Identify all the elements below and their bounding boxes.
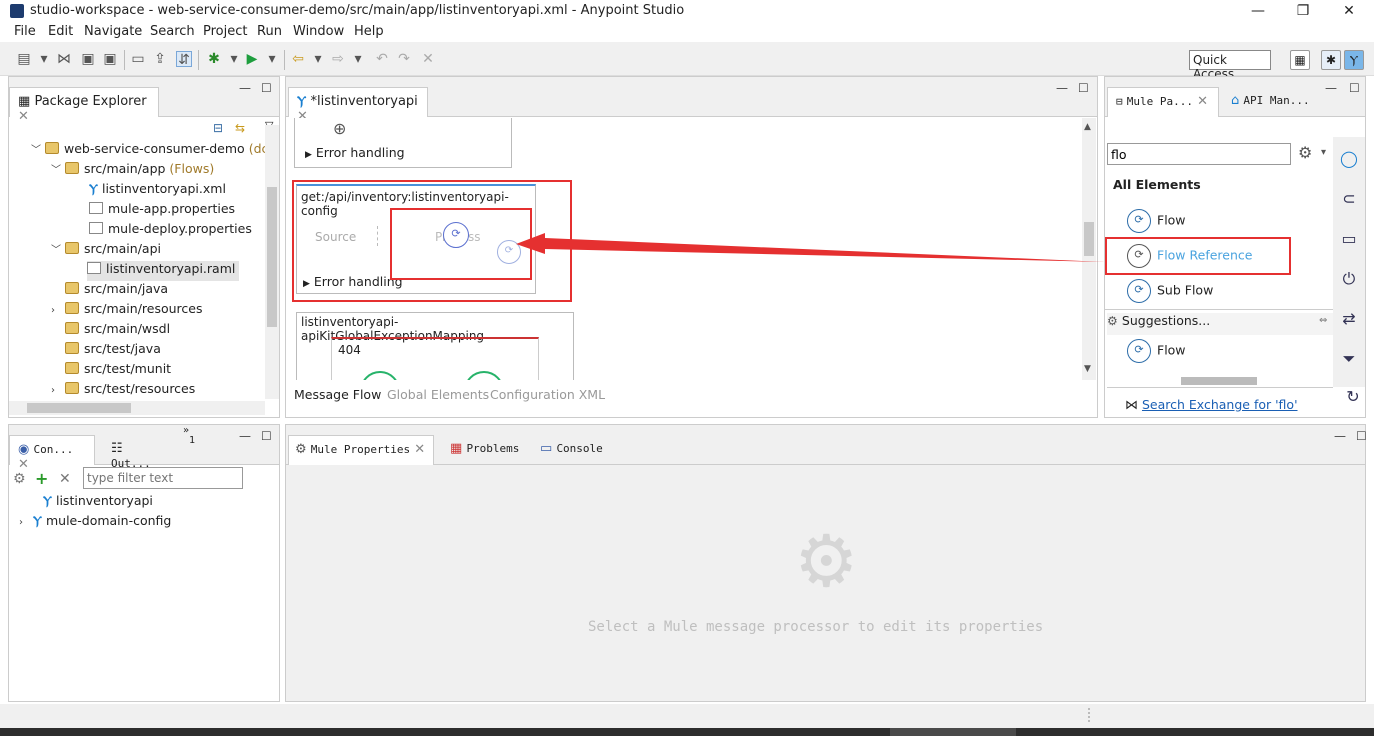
tab-label: Console [556, 442, 603, 455]
collapse-icon[interactable]: › [19, 517, 33, 528]
suggestion-item-label: Flow [1157, 342, 1186, 358]
properties-content: ⚙ Select a Mule message processor to edi… [288, 467, 1363, 699]
suggestions-header: ⚙ Suggestions... ⇔ [1107, 313, 1333, 335]
connections-icon: ◉ [18, 442, 30, 457]
mule-config-icon: Ⲩ [43, 493, 52, 508]
flow-icon: ⟳ [1127, 209, 1151, 233]
minimize-icon[interactable]: — [1334, 429, 1346, 443]
mule-config-icon: Ⲩ [33, 513, 42, 528]
filter-icon[interactable]: ⏷ [1337, 349, 1361, 373]
suggestions-label: Suggestions... [1121, 313, 1211, 328]
taskbar-item[interactable] [890, 728, 1016, 736]
close-icon[interactable]: ✕ [1197, 94, 1208, 109]
api-manager-icon: ⌂ [1231, 93, 1240, 108]
overflow-count: 1 [189, 435, 196, 446]
maximize-icon[interactable]: ☐ [1356, 429, 1367, 443]
palette-search-input[interactable] [1107, 143, 1291, 165]
tab-console[interactable]: ▭ Console [532, 435, 622, 465]
gear-icon: ⚙ [794, 519, 859, 603]
status-bar [0, 704, 1374, 728]
outline-panel: ◉ Con... ✕ ☷ Out... » 1 — ☐ ⚙ + ✕ Ⲩ list… [8, 424, 280, 702]
gear-icon[interactable]: ⚙ [1298, 143, 1312, 162]
maximize-icon[interactable]: ☐ [261, 429, 272, 443]
properties-panel: ⚙ Mule Properties ✕ ▦ Problems ▭ Console… [285, 424, 1367, 702]
flow-reference-icon: ⟳ [1127, 244, 1151, 268]
tab-problems[interactable]: ▦ Problems [442, 435, 530, 465]
tab-mule-properties[interactable]: ⚙ Mule Properties ✕ [288, 435, 434, 465]
flow-control-icon[interactable]: ↻ [1341, 387, 1365, 411]
add-icon[interactable]: + [35, 469, 48, 488]
problems-icon: ▦ [450, 441, 463, 456]
tab-label: Con... [33, 443, 74, 456]
tab-label: Problems [466, 442, 520, 455]
palette-item-label: Sub Flow [1157, 282, 1214, 298]
connector-icon[interactable]: ⊂ [1337, 189, 1361, 213]
maximize-icon[interactable]: ☐ [1349, 81, 1360, 95]
palette-side-toolbar: ◯ ⊂ ▭ ⏻ ⇄ ⏷ [1333, 137, 1365, 387]
all-elements-heading: All Elements [1113, 177, 1201, 192]
filter-input[interactable] [83, 467, 243, 489]
mule-palette-panel: ⊟ Mule Pa... ✕ ⌂ API Man... — ☐ ⚙ ▾ All … [1104, 76, 1366, 418]
annotation-arrow-shape [516, 233, 1105, 262]
search-exchange-link[interactable]: ⋈ Search Exchange for 'flo' [1125, 397, 1298, 413]
exchange-icon: ⋈ [1125, 398, 1138, 413]
taskbar [0, 728, 1374, 736]
palette-item-flow-reference[interactable]: ⟳ Flow Reference [1127, 244, 1252, 268]
outline-icon: ☷ [111, 441, 123, 456]
gear-icon: ⚙ [295, 442, 307, 457]
delete-icon[interactable]: ✕ [59, 471, 71, 487]
dropdown-icon[interactable]: ▾ [1321, 147, 1326, 158]
divider [1107, 387, 1333, 388]
search-icon[interactable]: ◯ [1337, 149, 1361, 173]
empty-properties-message: Select a Mule message processor to edit … [588, 619, 1044, 635]
outline-label: listinventoryapi [55, 493, 153, 508]
outline-label: mule-domain-config [45, 513, 172, 528]
tab-label: Mule Pa... [1126, 95, 1193, 108]
core-icon[interactable]: ▭ [1337, 229, 1361, 253]
divider [1105, 309, 1333, 310]
suggestions-icon: ⚙ [1107, 314, 1118, 328]
palette-item-label: Flow Reference [1157, 247, 1253, 263]
tab-mule-palette[interactable]: ⊟ Mule Pa... ✕ [1107, 87, 1219, 117]
tab-api-manager[interactable]: ⌂ API Man... [1223, 87, 1323, 117]
outline-item[interactable]: › Ⲩ mule-domain-config [19, 513, 171, 533]
close-icon[interactable]: ✕ [18, 457, 29, 472]
power-icon[interactable]: ⏻ [1337, 269, 1361, 293]
tab-connections[interactable]: ◉ Con... ✕ [9, 435, 95, 472]
tooltip-fragment [1181, 377, 1257, 385]
status-divider [1088, 708, 1090, 722]
collapse-icon[interactable]: ⇔ [1319, 315, 1327, 326]
tab-outline[interactable]: ☷ Out... [103, 435, 173, 470]
palette-icon: ⊟ [1116, 95, 1123, 108]
tab-label: API Man... [1243, 94, 1310, 107]
palette-item-label: Flow [1157, 212, 1186, 228]
exchange-link-label: Search Exchange for 'flo' [1141, 397, 1298, 412]
transform-icon[interactable]: ⇄ [1337, 309, 1361, 333]
close-icon[interactable]: ✕ [414, 442, 425, 457]
palette-item-flow[interactable]: ⟳ Flow [1127, 209, 1186, 233]
tab-label: Mule Properties [310, 443, 411, 456]
palette-item-sub-flow[interactable]: ⟳ Sub Flow [1127, 279, 1213, 303]
sub-flow-icon: ⟳ [1127, 279, 1151, 303]
minimize-icon[interactable]: — [239, 429, 251, 443]
flow-icon: ⟳ [1127, 339, 1151, 363]
console-icon: ▭ [540, 441, 553, 456]
gear-icon[interactable]: ⚙ [13, 471, 26, 487]
outline-item[interactable]: Ⲩ listinventoryapi [43, 493, 153, 513]
minimize-icon[interactable]: — [1325, 81, 1337, 95]
suggestion-item-flow[interactable]: ⟳ Flow [1127, 339, 1186, 363]
